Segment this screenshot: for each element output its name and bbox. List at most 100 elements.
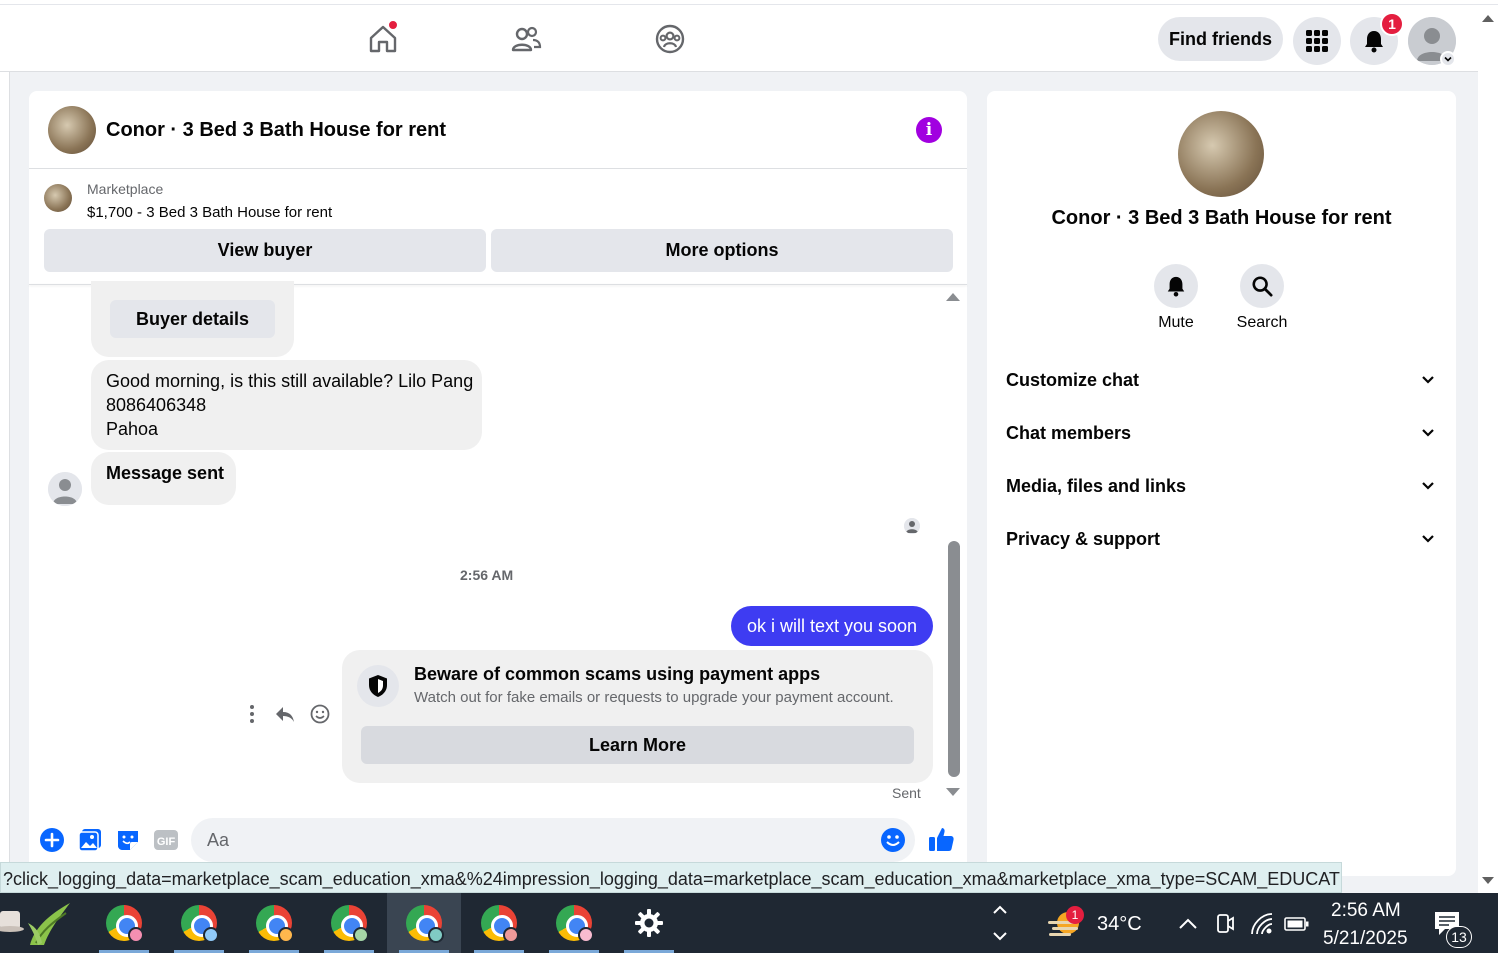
marketplace-label: Marketplace: [87, 181, 164, 197]
meet-now-icon[interactable]: [1214, 912, 1236, 936]
mute-label: Mute: [1158, 314, 1194, 331]
chrome-icon: [256, 905, 294, 943]
add-icon[interactable]: [39, 827, 65, 853]
message-sent-text: Message sent: [106, 463, 225, 483]
menu-grid-button[interactable]: [1293, 17, 1341, 65]
taskbar-scroll-arrows[interactable]: [988, 899, 1012, 947]
chat-scroll-up-arrow[interactable]: [946, 293, 960, 301]
chrome-window-3[interactable]: [237, 893, 311, 953]
message-composer[interactable]: [191, 818, 915, 862]
chevron-down-icon: [1422, 482, 1434, 490]
info-icon[interactable]: i: [916, 117, 942, 143]
link-status-bar: ?click_logging_data=marketplace_scam_edu…: [0, 862, 1342, 893]
chat-thumbnail[interactable]: [48, 106, 96, 154]
windows-taskbar: 1 34°C 2:56 AM 5/21/2025 13: [0, 893, 1498, 953]
notification-count-badge: 13: [1446, 926, 1472, 948]
grid-icon: [1306, 30, 1328, 52]
chrome-window-4[interactable]: [312, 893, 386, 953]
react-emoji-icon[interactable]: [309, 703, 331, 725]
view-buyer-button[interactable]: View buyer: [44, 229, 486, 272]
gear-icon: [635, 909, 663, 937]
search-label: Search: [1236, 314, 1288, 331]
chrome-icon: [556, 905, 594, 943]
chat-header: Conor · 3 Bed 3 Bath House for rent i: [29, 91, 967, 169]
section-label: Privacy & support: [1006, 528, 1161, 549]
chat-panel: Conor · 3 Bed 3 Bath House for rent i Ma…: [29, 91, 967, 876]
chat-title[interactable]: Conor · 3 Bed 3 Bath House for rent: [106, 119, 446, 142]
shield-icon: [357, 665, 399, 707]
chrome-icon: [331, 905, 369, 943]
message-input[interactable]: [207, 818, 857, 862]
home-icon[interactable]: [367, 20, 399, 55]
message-sent-bubble[interactable]: Message sent: [91, 452, 236, 505]
emoji-icon[interactable]: [880, 827, 906, 853]
sender-avatar[interactable]: [48, 472, 82, 506]
more-actions-icon[interactable]: [245, 703, 259, 725]
wifi-icon[interactable]: [1250, 912, 1274, 936]
chrome-window-6[interactable]: [462, 893, 536, 953]
gif-icon[interactable]: GIF: [153, 827, 179, 853]
chat-scrollbar-thumb[interactable]: [948, 541, 960, 777]
chrome-icon: [406, 905, 444, 943]
incoming-message[interactable]: Good morning, is this still available? L…: [91, 360, 482, 450]
conversation-info-panel: Conor · 3 Bed 3 Bath House for rent Mute…: [987, 91, 1456, 876]
scam-warning-subtitle: Watch out for fake emails or requests to…: [414, 689, 894, 706]
conversation-title: Conor · 3 Bed 3 Bath House for rent: [1051, 207, 1392, 229]
chat-members-section[interactable]: Chat members: [1006, 413, 1436, 453]
message-line: Pahoa: [106, 419, 159, 439]
chevron-down-icon: [1422, 429, 1434, 437]
chevron-down-icon: [1422, 535, 1434, 543]
like-icon[interactable]: [927, 825, 955, 853]
photo-icon[interactable]: [77, 827, 103, 853]
reply-icon[interactable]: [274, 703, 296, 725]
chrome-icon: [106, 905, 144, 943]
message-timestamp: 2:56 AM: [460, 567, 514, 583]
sticker-icon[interactable]: [115, 827, 141, 853]
chrome-window-2[interactable]: [162, 893, 236, 953]
home-notification-dot: [388, 20, 398, 30]
read-receipt-avatar: [904, 518, 920, 534]
clock-date[interactable]: 5/21/2025: [1323, 928, 1408, 950]
media-files-links-section[interactable]: Media, files and links: [1006, 466, 1436, 506]
buyer-details-button[interactable]: Buyer details: [110, 300, 275, 338]
chrome-window-7[interactable]: [537, 893, 611, 953]
friends-icon[interactable]: [510, 23, 542, 55]
privacy-support-section[interactable]: Privacy & support: [1006, 519, 1436, 559]
chat-scroll-down-arrow[interactable]: [946, 788, 960, 796]
bell-icon: [1365, 31, 1383, 53]
learn-more-button[interactable]: Learn More: [361, 726, 914, 764]
left-page-edge: [0, 72, 10, 862]
conversation-photo[interactable]: [1178, 111, 1264, 197]
settings-app[interactable]: [612, 893, 686, 953]
chrome-window-5-active[interactable]: [387, 893, 461, 953]
search-icon: [1252, 276, 1273, 297]
battery-icon[interactable]: [1284, 915, 1310, 933]
scam-warning-card: Beware of common scams using payment app…: [342, 650, 933, 783]
outgoing-message[interactable]: ok i will text you soon: [731, 606, 933, 646]
search-highlight-icon[interactable]: [0, 893, 80, 953]
show-hidden-icons-icon[interactable]: [1177, 913, 1199, 935]
weather-badge: 1: [1066, 906, 1084, 924]
top-navigation: Find friends 1: [0, 5, 1478, 72]
groups-icon[interactable]: [654, 23, 686, 55]
search-button[interactable]: [1240, 264, 1284, 308]
find-friends-button[interactable]: Find friends: [1158, 17, 1283, 61]
sent-status: Sent: [892, 785, 921, 801]
account-chevron-icon[interactable]: [1440, 51, 1456, 67]
chrome-icon: [481, 905, 519, 943]
scam-warning-title: Beware of common scams using payment app…: [414, 664, 821, 684]
clock-time[interactable]: 2:56 AM: [1331, 900, 1401, 922]
section-label: Media, files and links: [1006, 475, 1187, 496]
listing-thumbnail: [44, 184, 72, 212]
weather-temperature[interactable]: 34°C: [1097, 913, 1142, 936]
page-scrollbar[interactable]: [1478, 5, 1498, 893]
customize-chat-section[interactable]: Customize chat: [1006, 360, 1436, 400]
chrome-window-1[interactable]: [87, 893, 161, 953]
mute-button[interactable]: [1154, 264, 1198, 308]
section-label: Chat members: [1006, 422, 1132, 443]
chrome-icon: [181, 905, 219, 943]
message-line: Good morning, is this still available? L…: [106, 371, 474, 391]
listing-title[interactable]: $1,700 - 3 Bed 3 Bath House for rent: [87, 204, 332, 221]
more-options-button[interactable]: More options: [491, 229, 953, 272]
svg-text:GIF: GIF: [157, 836, 176, 848]
